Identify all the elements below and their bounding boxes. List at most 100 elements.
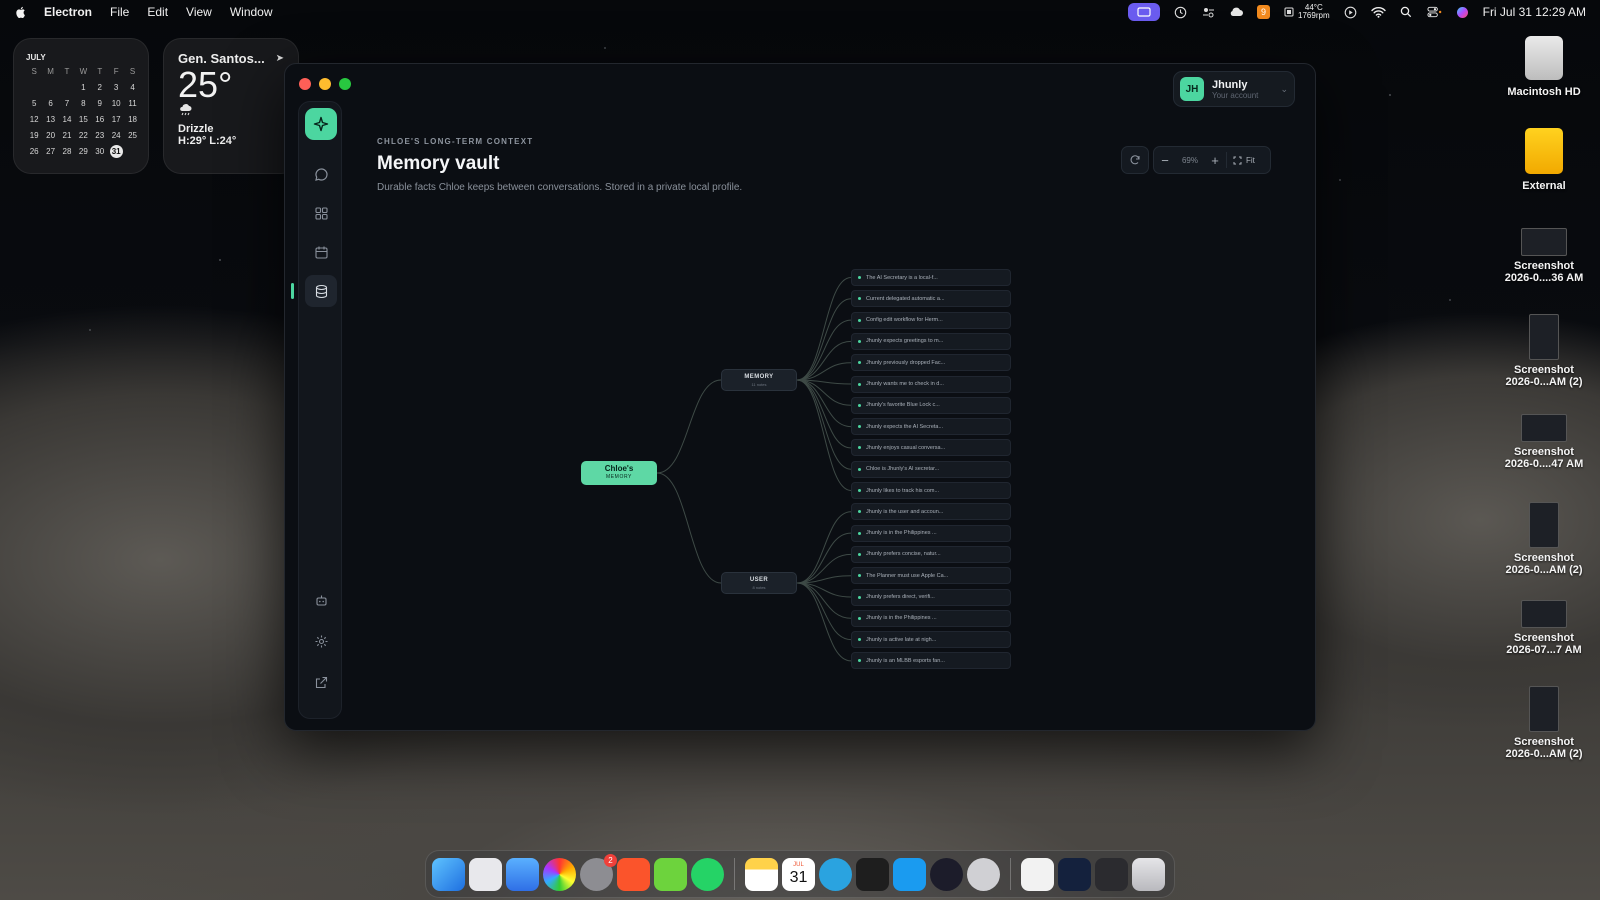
desktop-file-screenshot[interactable]: Screenshot 2026-0...AM (2): [1489, 502, 1599, 576]
graph-leaf-note[interactable]: Jhunly previously dropped Fac...: [851, 354, 1011, 372]
graph-edge: [656, 472, 722, 584]
control-center-icon[interactable]: [1427, 5, 1442, 20]
calendar-day: 1: [81, 83, 86, 92]
trash-icon[interactable]: [1132, 857, 1165, 891]
account-menu-button[interactable]: JH Jhunly Your account ⌄: [1173, 71, 1295, 107]
stack-folder-icon[interactable]: [1095, 857, 1128, 891]
brave-browser-icon[interactable]: [617, 857, 650, 891]
leaf-dot-icon: [858, 297, 861, 301]
graph-leaf-note[interactable]: Jhunly prefers direct, verifi...: [851, 588, 1011, 606]
fit-button[interactable]: Fit: [1226, 152, 1255, 168]
spotlight-search-icon[interactable]: [1399, 5, 1414, 20]
zoom-button[interactable]: [339, 78, 351, 90]
cloud-sync-icon[interactable]: [1229, 5, 1244, 20]
graph-leaf-note[interactable]: Current delegated automatic a...: [851, 290, 1011, 308]
desktop-file-screenshot[interactable]: Screenshot 2026-0...AM (2): [1489, 686, 1599, 760]
graph-branch-user[interactable]: USER 8 notes: [721, 572, 797, 594]
graph-leaf-note[interactable]: Jhunly is active late at nigh...: [851, 631, 1011, 649]
green-app-icon[interactable]: [654, 857, 687, 891]
telegram-icon[interactable]: [819, 857, 852, 891]
sparkle-logo-icon[interactable]: [305, 108, 337, 140]
refresh-button[interactable]: [1121, 146, 1149, 174]
calendar-app-icon[interactable]: JUL 31: [782, 857, 815, 891]
zoom-in-button[interactable]: +: [1204, 153, 1226, 168]
compass-app-icon[interactable]: [967, 857, 1000, 891]
graph-leaf-note[interactable]: Jhunly is the user and accoun...: [851, 503, 1011, 521]
calendar-day: 30: [95, 147, 105, 156]
figma-icon[interactable]: [856, 857, 889, 891]
wifi-icon[interactable]: [1370, 5, 1386, 20]
menu-file[interactable]: File: [110, 5, 129, 19]
hard-drive-icon: [1525, 36, 1563, 80]
leaf-dot-icon: [858, 361, 861, 365]
system-settings-icon[interactable]: 2: [580, 853, 617, 891]
graph-root-node[interactable]: Chloe's MEMORY: [581, 461, 657, 485]
control-icon[interactable]: [1201, 5, 1216, 20]
graph-leaf-note[interactable]: Jhunly expects the AI Secreta...: [851, 418, 1011, 436]
launchpad-icon[interactable]: [469, 857, 502, 891]
desktop-file-date: 2026-07...7 AM: [1506, 644, 1582, 656]
desktop-drive-external[interactable]: External: [1489, 128, 1599, 192]
notes-icon[interactable]: [745, 857, 778, 891]
leaf-note-text: Jhunly is in the Philippines ...: [866, 615, 937, 622]
photos-icon[interactable]: [543, 857, 576, 891]
graph-leaf-note[interactable]: Jhunly's favorite Blue Lock c...: [851, 396, 1011, 414]
screen-mirroring-icon[interactable]: [1128, 3, 1161, 21]
dashboard-nav-button[interactable]: [305, 197, 337, 229]
desktop-file-screenshot[interactable]: Screenshot 2026-07...7 AM: [1489, 600, 1599, 656]
minimize-button[interactable]: [319, 78, 331, 90]
open-external-nav-button[interactable]: [305, 666, 337, 698]
memory-nav-button[interactable]: [291, 275, 337, 307]
quicktime-icon[interactable]: [893, 857, 926, 891]
calendar-day: 31: [109, 145, 123, 158]
fan-rpm-value: 1769rpm: [1298, 11, 1330, 20]
weather-widget[interactable]: Gen. Santos... ➤ 25° Drizzle H:29° L:24°: [163, 38, 299, 174]
desktop-file-screenshot[interactable]: Screenshot 2026-0....47 AM: [1489, 414, 1599, 470]
calendar-day: 11: [128, 99, 137, 108]
close-button[interactable]: [299, 78, 311, 90]
document-icon[interactable]: [1021, 857, 1054, 891]
chatgpt-icon[interactable]: [930, 857, 963, 891]
zoom-out-button[interactable]: −: [1154, 153, 1176, 168]
desktop-drive-macintosh-hd[interactable]: Macintosh HD: [1489, 36, 1599, 98]
refresh-icon: [1130, 155, 1140, 165]
graph-leaf-note[interactable]: Chloe is Jhunly's AI secretar...: [851, 460, 1011, 478]
settings-nav-button[interactable]: [305, 625, 337, 657]
downloads-folder-icon[interactable]: [1058, 857, 1091, 891]
calendar-widget[interactable]: JULY S M T W T F S 1 2 3 4 5 6 7 8 9 10 11 12 13 14 15 16 17 18 1…: [13, 38, 149, 174]
avatar: JH: [1180, 77, 1204, 101]
graph-leaf-note[interactable]: Jhunly likes to track his com...: [851, 482, 1011, 499]
menu-edit[interactable]: Edit: [147, 5, 168, 19]
graph-leaf-note[interactable]: Jhunly enjoys casual conversa...: [851, 439, 1011, 457]
graph-leaf-note[interactable]: Jhunly wants me to check in d...: [851, 375, 1011, 393]
menu-clock[interactable]: Fri Jul 31 12:29 AM: [1483, 5, 1586, 19]
notification-badge[interactable]: 9: [1257, 5, 1271, 19]
play-icon[interactable]: [1343, 5, 1358, 20]
whatsapp-icon[interactable]: [691, 857, 724, 891]
agent-nav-button[interactable]: [305, 584, 337, 616]
calendar-nav-button[interactable]: [305, 236, 337, 268]
desktop-file-screenshot[interactable]: Screenshot 2026-0...AM (2): [1489, 314, 1599, 388]
apple-icon[interactable]: [14, 5, 28, 19]
menu-view[interactable]: View: [186, 5, 212, 19]
graph-leaf-note[interactable]: Jhunly is an MLBB esports fan...: [851, 652, 1011, 670]
menu-app-name[interactable]: Electron: [44, 5, 92, 19]
siri-icon[interactable]: [1455, 5, 1470, 20]
system-stats[interactable]: 44°C 1769rpm: [1283, 4, 1330, 20]
drizzle-icon: [178, 104, 284, 119]
finder-icon[interactable]: [432, 857, 465, 891]
graph-branch-memory[interactable]: MEMORY 11 notes: [721, 369, 797, 391]
graph-leaf-note[interactable]: Jhunly is in the Philippines ...: [851, 524, 1011, 542]
chat-nav-button[interactable]: [305, 158, 337, 190]
robot-icon: [315, 595, 327, 606]
graph-leaf-note[interactable]: Config edit workflow for Herm...: [851, 311, 1011, 329]
mail-icon[interactable]: [506, 857, 539, 891]
desktop-file-screenshot[interactable]: Screenshot 2026-0....36 AM: [1489, 228, 1599, 284]
graph-leaf-note[interactable]: The Planner must use Apple Ca...: [851, 567, 1011, 585]
timer-icon[interactable]: [1173, 5, 1188, 20]
graph-leaf-note[interactable]: The AI Secretary is a local-f...: [851, 269, 1011, 286]
graph-leaf-note[interactable]: Jhunly is in the Philippines ...: [851, 609, 1011, 627]
graph-leaf-note[interactable]: Jhunly expects greetings to m...: [851, 332, 1011, 350]
graph-leaf-note[interactable]: Jhunly prefers concise, natur...: [851, 545, 1011, 563]
menu-window[interactable]: Window: [230, 5, 273, 19]
